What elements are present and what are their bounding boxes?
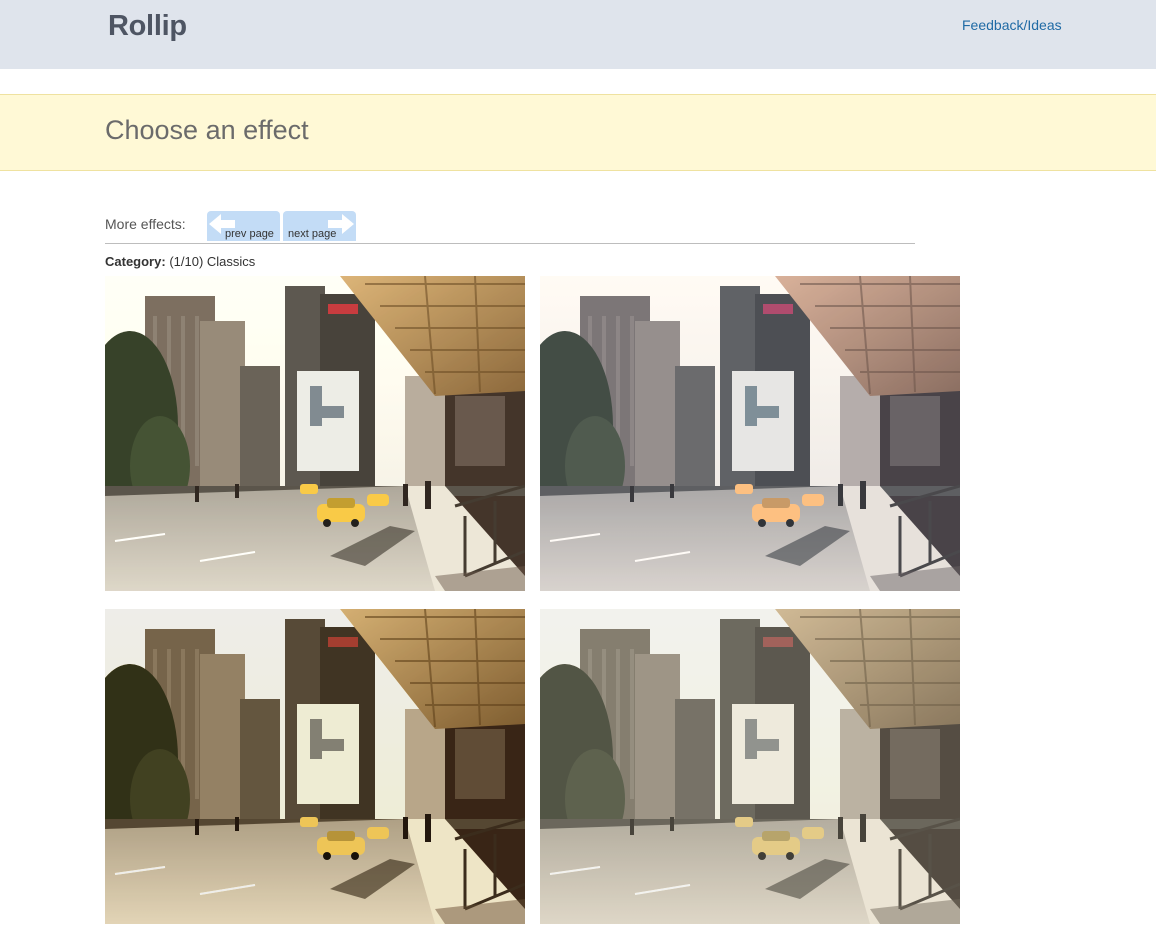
feedback-ideas-link[interactable]: Feedback/Ideas bbox=[962, 17, 1062, 33]
top-bar: Rollip Feedback/Ideas bbox=[0, 0, 1156, 69]
more-effects-label: More effects: bbox=[105, 216, 186, 232]
next-page-label: next page bbox=[288, 228, 337, 240]
effect-thumbnail[interactable] bbox=[540, 276, 960, 591]
category-label: Category: bbox=[105, 254, 166, 269]
effect-preview-image bbox=[540, 276, 960, 591]
prev-page-label: prev page bbox=[225, 228, 274, 240]
effect-thumbnail[interactable] bbox=[105, 276, 525, 591]
effect-preview-image bbox=[540, 609, 960, 924]
effect-preview-image bbox=[105, 276, 525, 591]
category-value: (1/10) Classics bbox=[169, 254, 256, 269]
page-banner: Choose an effect bbox=[0, 94, 1156, 171]
effect-preview-image bbox=[105, 609, 525, 924]
effect-thumbnail[interactable] bbox=[540, 609, 960, 924]
next-page-button[interactable]: next page bbox=[283, 211, 356, 241]
effect-thumbnail[interactable] bbox=[105, 609, 525, 924]
prev-page-button[interactable]: prev page bbox=[207, 211, 280, 241]
nav-divider bbox=[105, 243, 915, 244]
category-line: Category: (1/10) Classics bbox=[105, 254, 255, 269]
site-logo[interactable]: Rollip bbox=[108, 10, 187, 43]
page-title: Choose an effect bbox=[105, 115, 309, 145]
